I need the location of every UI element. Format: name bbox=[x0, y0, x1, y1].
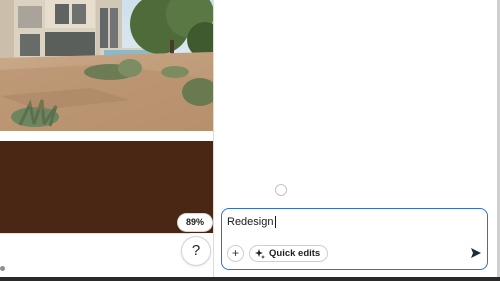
design-canvas: 89% ? bbox=[0, 0, 213, 277]
question-icon: ? bbox=[191, 242, 201, 259]
plus-icon: + bbox=[231, 246, 239, 260]
send-button[interactable] bbox=[467, 244, 484, 261]
prompt-composer[interactable]: Redesign + Quick edits bbox=[221, 208, 488, 270]
add-attachment-button[interactable]: + bbox=[227, 245, 244, 262]
house-render-image[interactable] bbox=[0, 0, 213, 131]
prompt-text: Redesign bbox=[227, 216, 274, 228]
quick-edits-button[interactable]: Quick edits bbox=[249, 245, 329, 262]
sparkle-icon bbox=[255, 248, 265, 259]
scroll-indicator[interactable] bbox=[0, 266, 5, 271]
app-window: 89% ? Redesign + Quick edits bbox=[0, 0, 500, 277]
loading-spinner-icon bbox=[275, 184, 287, 196]
prompt-input[interactable]: Redesign bbox=[227, 216, 277, 228]
canvas-footer-strip bbox=[0, 233, 190, 277]
help-button[interactable]: ? bbox=[182, 237, 210, 265]
quick-edits-label: Quick edits bbox=[269, 248, 321, 259]
zoom-level-badge[interactable]: 89% bbox=[178, 214, 212, 231]
send-icon bbox=[470, 247, 481, 258]
text-caret bbox=[275, 216, 277, 228]
